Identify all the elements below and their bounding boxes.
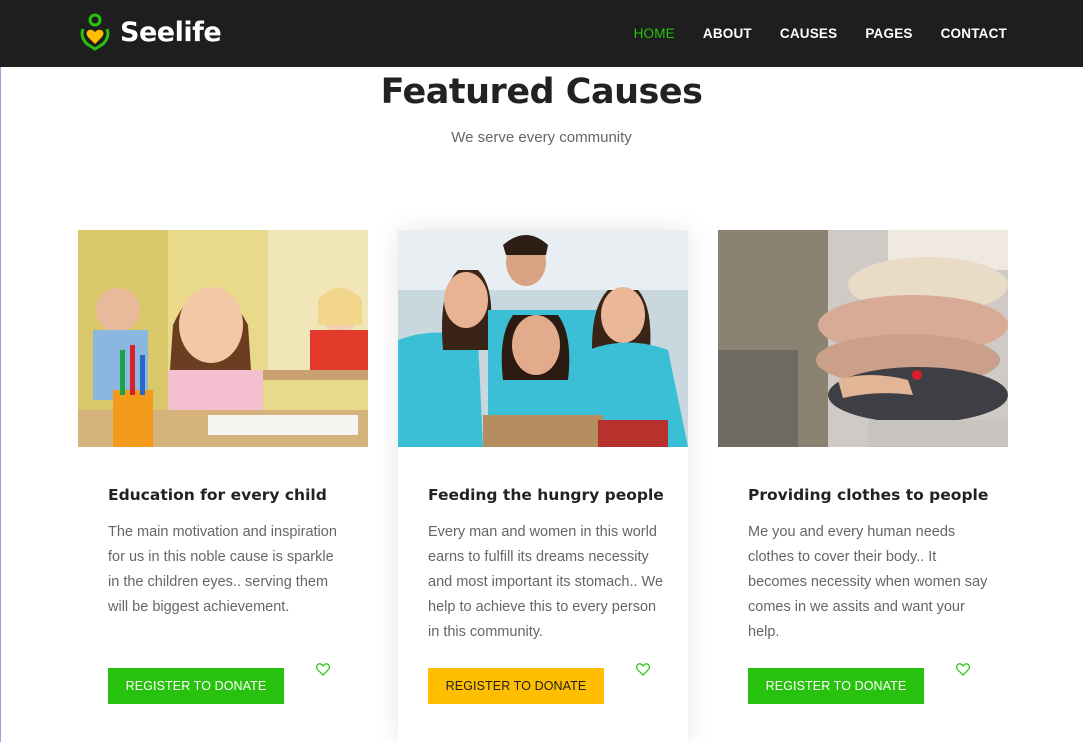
heart-outline-icon[interactable] xyxy=(316,663,330,676)
nav-causes[interactable]: CAUSES xyxy=(780,26,837,41)
heart-outline-icon[interactable] xyxy=(956,663,970,676)
cause-description: Me you and every human needs clothes to … xyxy=(748,524,988,640)
brand-logo[interactable]: Seelife xyxy=(78,13,222,51)
top-navbar: Seelife HOME ABOUT CAUSES PAGES CONTACT xyxy=(0,0,1083,67)
nav-about[interactable]: ABOUT xyxy=(703,26,752,41)
section-subtitle: We serve every community xyxy=(451,129,632,146)
section-title: Featured Causes xyxy=(380,72,703,112)
cause-description: Every man and women in this world earns … xyxy=(428,524,664,640)
cause-card-clothes: Providing clothes to people Me you and e… xyxy=(718,230,1008,742)
nav-home[interactable]: HOME xyxy=(634,26,675,41)
nav-pages[interactable]: PAGES xyxy=(865,26,912,41)
cause-card-feeding: Feeding the hungry people Every man and … xyxy=(398,230,688,742)
cause-title: Feeding the hungry people xyxy=(428,486,664,504)
register-to-donate-button[interactable]: REGISTER TO DONATE xyxy=(108,668,284,704)
girl-at-desk-photo xyxy=(78,230,368,447)
cause-description: The main motivation and inspiration for … xyxy=(108,524,337,615)
register-to-donate-button[interactable]: REGISTER TO DONATE xyxy=(748,668,924,704)
heart-outline-icon[interactable] xyxy=(636,663,650,676)
volunteers-group-photo xyxy=(398,230,688,447)
folded-sweaters-photo xyxy=(718,230,1008,447)
cause-card-education: Education for every child The main motiv… xyxy=(78,230,368,742)
register-to-donate-button[interactable]: REGISTER TO DONATE xyxy=(428,668,604,704)
cause-title: Providing clothes to people xyxy=(748,486,989,504)
brand-name: Seelife xyxy=(120,16,222,48)
cause-title: Education for every child xyxy=(108,486,327,504)
heart-person-icon xyxy=(80,13,110,51)
main-nav: HOME ABOUT CAUSES PAGES CONTACT xyxy=(606,0,1007,67)
page-edge-divider xyxy=(0,67,1,742)
nav-contact[interactable]: CONTACT xyxy=(941,26,1007,41)
